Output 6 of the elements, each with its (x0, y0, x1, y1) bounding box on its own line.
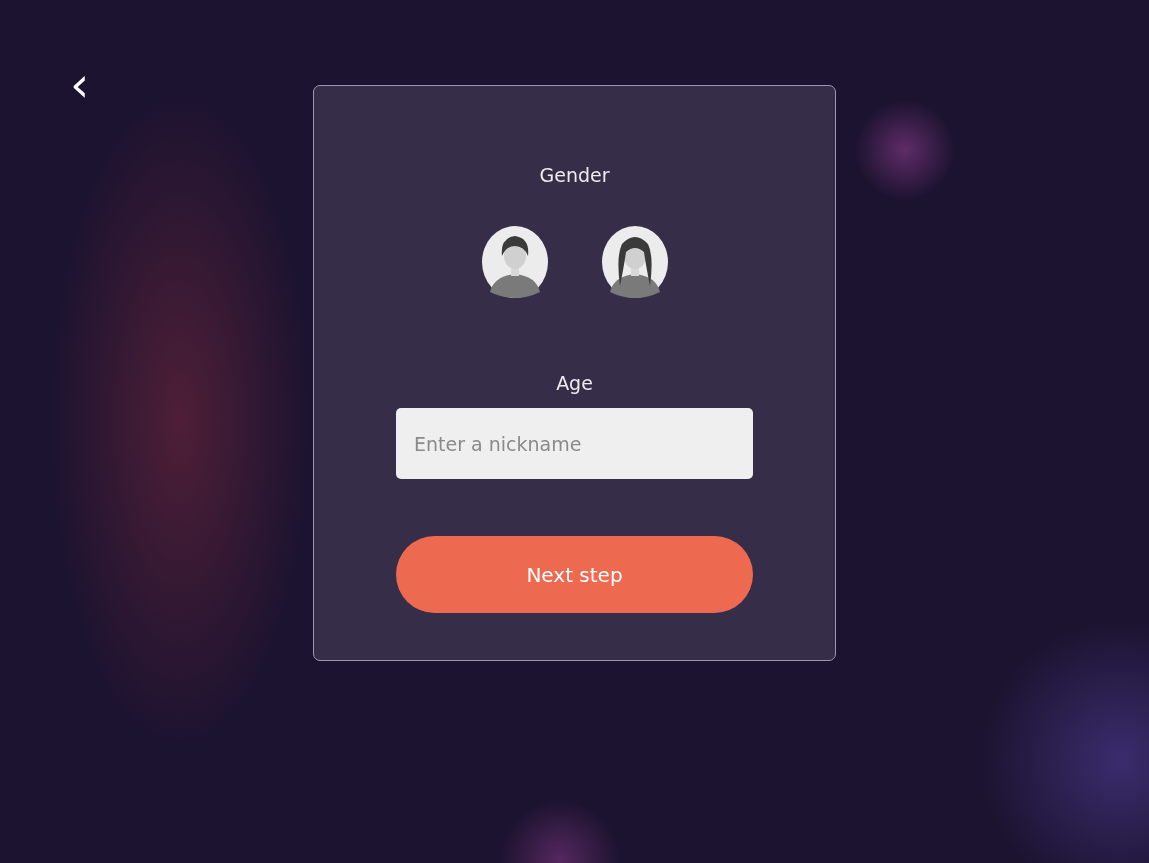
avatar-option[interactable] (599, 224, 670, 300)
age-label: Age (556, 372, 593, 394)
back-button[interactable]: ‹ (64, 62, 96, 106)
input-field[interactable]: Enter a nickname (396, 408, 753, 479)
avatar-option[interactable] (479, 224, 550, 300)
gender-label: Gender (539, 164, 610, 186)
